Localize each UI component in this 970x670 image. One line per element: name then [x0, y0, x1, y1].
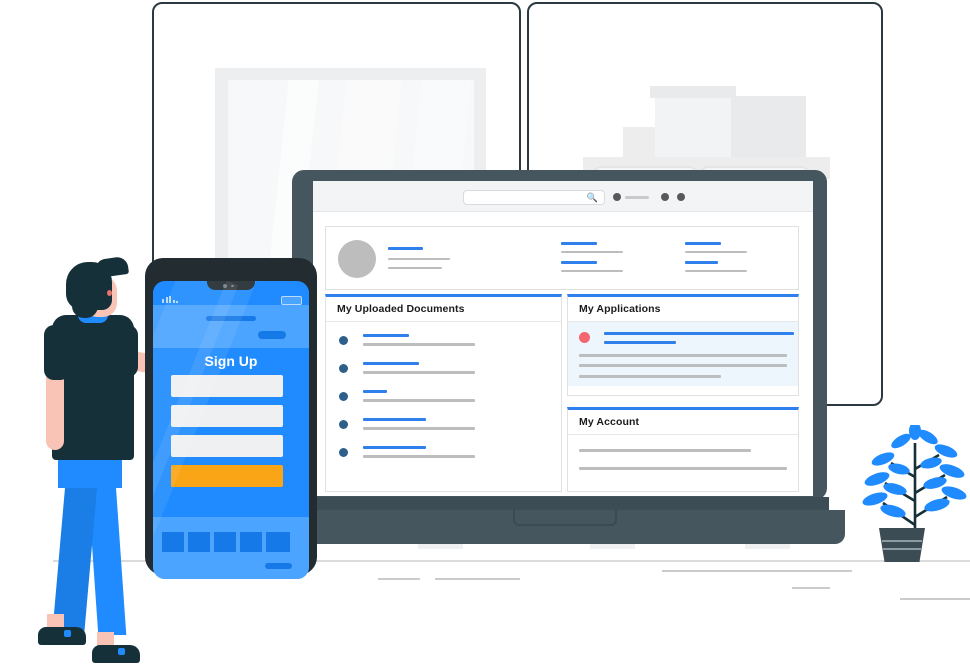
browser-control-dot-2[interactable] — [661, 193, 669, 201]
profile-stat-1-value-2 — [561, 270, 623, 272]
laptop-trackpad — [513, 510, 617, 526]
list-item-sub — [363, 427, 475, 430]
person-hair-side — [72, 292, 98, 318]
laptop-hinge — [290, 497, 829, 511]
background-box-main — [655, 96, 731, 162]
list-item-title — [363, 418, 426, 421]
list-item-bullet — [339, 448, 348, 457]
person-shoe-detail-right — [64, 630, 71, 637]
profile-stat-2-value — [685, 251, 747, 253]
person-ear-detail — [107, 290, 112, 296]
profile-stat-1-value — [561, 251, 623, 253]
illustration-canvas: 🔍 My Uploaded Documents My Applications … — [0, 0, 970, 670]
card-title-uploaded-documents: My Uploaded Documents — [326, 297, 561, 322]
list-item-bullet — [339, 420, 348, 429]
phone-nav-item-5[interactable] — [266, 532, 290, 552]
application-text-line — [579, 375, 721, 378]
card-title-applications: My Applications — [568, 297, 798, 322]
application-title-line — [604, 332, 794, 335]
list-item-sub — [363, 455, 475, 458]
list-item-title — [363, 362, 419, 365]
person-sleeve-right — [112, 325, 138, 377]
phone-header-action-chip[interactable] — [258, 331, 286, 339]
phone-nav-item-1[interactable] — [162, 532, 184, 552]
list-item-sub — [363, 343, 475, 346]
profile-stat-2-label — [685, 242, 721, 245]
person-shoe-detail-left — [118, 648, 125, 655]
profile-detail-line-1 — [388, 258, 450, 260]
uploaded-documents-list — [326, 322, 561, 482]
battery-icon — [281, 296, 302, 305]
application-text-line — [579, 354, 787, 357]
person-hair-tuft — [94, 255, 130, 279]
search-icon: 🔍 — [586, 192, 598, 202]
application-subtitle-line — [604, 341, 676, 344]
signup-submit-button[interactable] — [171, 465, 283, 487]
profile-stat-2-value-2 — [685, 270, 747, 272]
account-body — [568, 435, 798, 482]
phone-screen: Sign Up — [153, 281, 309, 579]
profile-detail-line-2 — [388, 267, 442, 269]
list-item-sub — [363, 371, 475, 374]
card-uploaded-documents[interactable]: My Uploaded Documents — [325, 294, 562, 492]
background-box-right — [726, 96, 806, 162]
card-applications[interactable]: My Applications — [567, 294, 799, 396]
card-account[interactable]: My Account — [567, 407, 799, 492]
person-ankle-right — [47, 614, 64, 628]
laptop-foot-left — [418, 544, 463, 549]
profile-name-line — [388, 247, 423, 250]
phone-nav-item-2[interactable] — [188, 532, 210, 552]
person-ankle-left — [97, 632, 114, 646]
applications-body — [568, 322, 798, 386]
person-arm-left — [46, 370, 64, 450]
ground-dash-5 — [792, 587, 830, 589]
list-item-title — [363, 334, 409, 337]
person-sleeve-left — [44, 325, 70, 380]
list-item-title — [363, 446, 426, 449]
account-text-line — [579, 467, 787, 470]
avatar — [338, 240, 376, 278]
list-item-bullet — [339, 336, 348, 345]
ground-dash-4 — [662, 570, 852, 572]
plant-pot-stripe-1 — [882, 540, 922, 542]
profile-stat-2-label-2 — [685, 261, 718, 264]
profile-stat-1-label-2 — [561, 261, 597, 264]
list-item-bullet — [339, 392, 348, 401]
browser-control-dot-1[interactable] — [613, 193, 621, 201]
application-text-line — [579, 364, 787, 367]
status-dot-icon — [579, 332, 590, 343]
ground-dash-3 — [435, 578, 520, 580]
card-title-account: My Account — [568, 410, 798, 435]
plant-pot-stripe-2 — [883, 548, 921, 550]
ground-dash-6 — [900, 598, 970, 600]
search-input[interactable]: 🔍 — [463, 190, 605, 205]
list-item-bullet — [339, 364, 348, 373]
browser-control-dash — [625, 196, 649, 199]
list-item-sub — [363, 399, 475, 402]
browser-control-dot-3[interactable] — [677, 193, 685, 201]
person-shoe-left — [92, 645, 140, 663]
ground-dash-2 — [378, 578, 420, 580]
list-item-title — [363, 390, 387, 393]
laptop-foot-right — [745, 544, 790, 549]
plant-pot — [879, 528, 925, 562]
account-text-line — [579, 449, 751, 452]
phone-nav-item-4[interactable] — [240, 532, 262, 552]
phone-home-indicator — [265, 563, 292, 569]
background-box-top — [650, 86, 736, 98]
laptop-foot-mid — [590, 544, 635, 549]
signal-bars-icon — [162, 299, 164, 303]
profile-stat-1-label — [561, 242, 597, 245]
person-shoe-right — [38, 627, 86, 645]
phone-nav-item-3[interactable] — [214, 532, 236, 552]
